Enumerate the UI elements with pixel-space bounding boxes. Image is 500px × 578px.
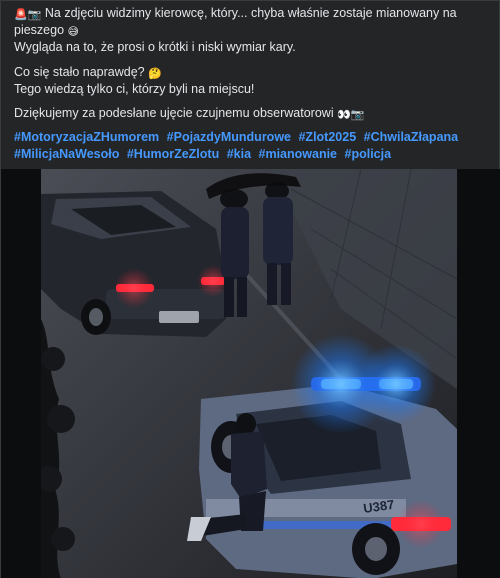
facebook-post: 🚨📷 Na zdjęciu widzimy kierowcę, który...… — [0, 0, 500, 578]
hashtag-link[interactable]: #ChwilaZłapana — [364, 130, 458, 144]
photo-illustration: U387 — [41, 169, 457, 578]
hashtag-link[interactable]: #PojazdyMundurowe — [167, 130, 291, 144]
post-text: 🚨📷 Na zdjęciu widzimy kierowcę, który...… — [14, 5, 484, 162]
post-line-3: Co się stało naprawdę? 🤔 — [14, 64, 484, 81]
hashtag-link[interactable]: #MotoryzacjaZHumorem — [14, 130, 159, 144]
post-line-2: Wygląda na to, że prosi o krótki i niski… — [14, 40, 296, 54]
sweat-smile-emoji-icon: 😅 — [67, 26, 79, 38]
post-line-5-text: Dziękujemy za podesłane ujęcie czujnemu … — [14, 106, 334, 120]
hashtag-link[interactable]: #MilicjaNaWesoło — [14, 147, 119, 161]
hashtag-link[interactable]: #kia — [227, 147, 251, 161]
hashtag-link[interactable]: #Zlot2025 — [298, 130, 356, 144]
hashtag-link[interactable]: #mianowanie — [259, 147, 338, 161]
post-line-5: Dziękujemy za podesłane ujęcie czujnemu … — [14, 105, 484, 122]
post-line-4: Tego wiedzą tylko ci, którzy byli na mie… — [14, 81, 255, 96]
night-street-scene: U387 — [41, 169, 457, 578]
post-line-3-text: Co się stało naprawdę? — [14, 64, 145, 79]
post-line-1: 🚨📷 Na zdjęciu widzimy kierowcę, który...… — [14, 5, 484, 39]
hashtag-list: #MotoryzacjaZHumorem #PojazdyMundurowe #… — [14, 129, 484, 162]
post-line-1-text: Na zdjęciu widzimy kierowcę, który... ch… — [14, 6, 457, 37]
thinking-emoji-icon: 🤔 — [148, 67, 162, 80]
hashtag-link[interactable]: #HumorZeZlotu — [127, 147, 219, 161]
eyes-camera-emoji-icon: 👀📷 — [337, 109, 365, 121]
post-photo[interactable]: U387 — [1, 169, 500, 578]
hashtag-link[interactable]: #policja — [345, 147, 392, 161]
siren-camera-emoji-icon: 🚨📷 — [14, 9, 42, 21]
